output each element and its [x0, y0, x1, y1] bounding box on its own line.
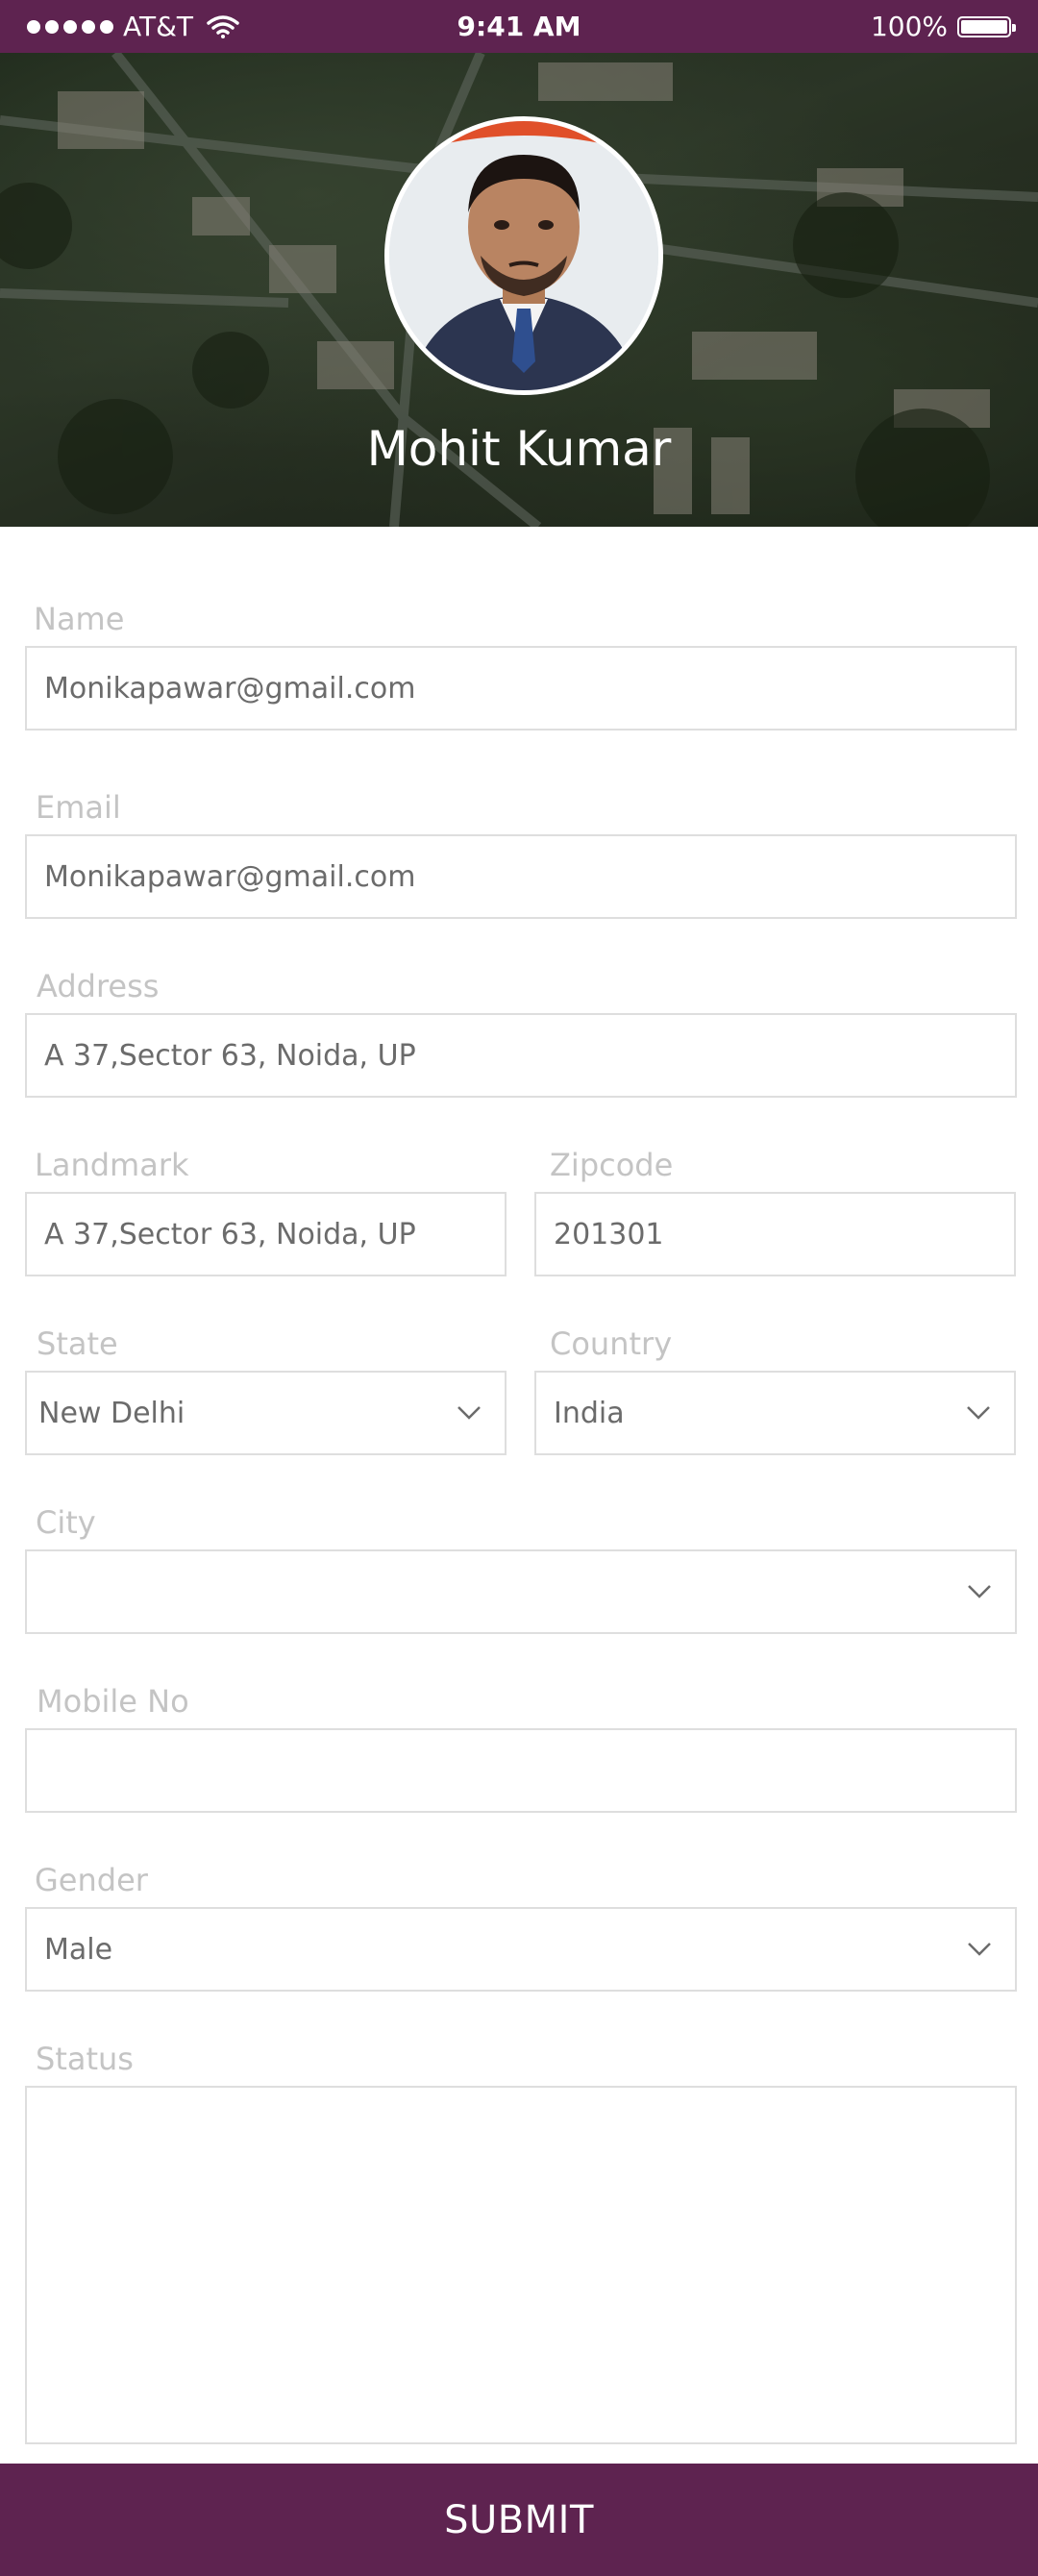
state-label: State	[37, 1325, 118, 1362]
country-select[interactable]: India	[534, 1371, 1016, 1455]
status-bar-right: 100%	[870, 0, 1016, 53]
name-label: Name	[34, 601, 125, 637]
zipcode-label: Zipcode	[550, 1147, 674, 1183]
mobile-label: Mobile No	[37, 1683, 189, 1720]
country-label: Country	[550, 1325, 673, 1362]
name-value: Monikapawar@gmail.com	[44, 671, 416, 706]
landmark-label: Landmark	[35, 1147, 189, 1183]
state-value: New Delhi	[38, 1396, 185, 1430]
address-label: Address	[37, 968, 160, 1004]
address-input[interactable]: A 37,Sector 63, Noida, UP	[25, 1013, 1017, 1098]
address-value: A 37,Sector 63, Noida, UP	[44, 1038, 416, 1073]
chevron-down-icon	[457, 1406, 481, 1420]
gender-select[interactable]: Male	[25, 1907, 1017, 1992]
submit-button[interactable]: SUBMIT	[0, 2464, 1038, 2576]
country-value: India	[554, 1396, 625, 1430]
battery-icon	[957, 15, 1016, 37]
avatar[interactable]	[384, 116, 663, 395]
status-bar: AT&T 9:41 AM 100%	[0, 0, 1038, 53]
landmark-value: A 37,Sector 63, Noida, UP	[44, 1217, 416, 1251]
battery-percent: 100%	[870, 11, 948, 42]
zipcode-value: 201301	[554, 1217, 664, 1251]
email-value: Monikapawar@gmail.com	[44, 859, 416, 894]
profile-header: Mohit Kumar	[0, 53, 1038, 527]
profile-photo	[389, 121, 658, 390]
mobile-input[interactable]	[25, 1728, 1017, 1813]
gender-value: Male	[44, 1932, 113, 1967]
landmark-input[interactable]: A 37,Sector 63, Noida, UP	[25, 1192, 507, 1276]
submit-label: SUBMIT	[444, 2497, 594, 2542]
city-label: City	[36, 1504, 96, 1541]
chevron-down-icon	[968, 1585, 991, 1598]
name-input[interactable]: Monikapawar@gmail.com	[25, 646, 1017, 731]
gender-label: Gender	[35, 1862, 148, 1898]
state-select[interactable]: New Delhi	[25, 1371, 507, 1455]
city-select[interactable]	[25, 1549, 1017, 1634]
zipcode-input[interactable]: 201301	[534, 1192, 1016, 1276]
email-input[interactable]: Monikapawar@gmail.com	[25, 834, 1017, 919]
status-textarea[interactable]	[25, 2086, 1017, 2444]
email-label: Email	[36, 789, 121, 826]
chevron-down-icon	[968, 1943, 991, 1956]
profile-name: Mohit Kumar	[366, 421, 672, 477]
chevron-down-icon	[967, 1406, 990, 1420]
status-label: Status	[36, 2041, 134, 2077]
